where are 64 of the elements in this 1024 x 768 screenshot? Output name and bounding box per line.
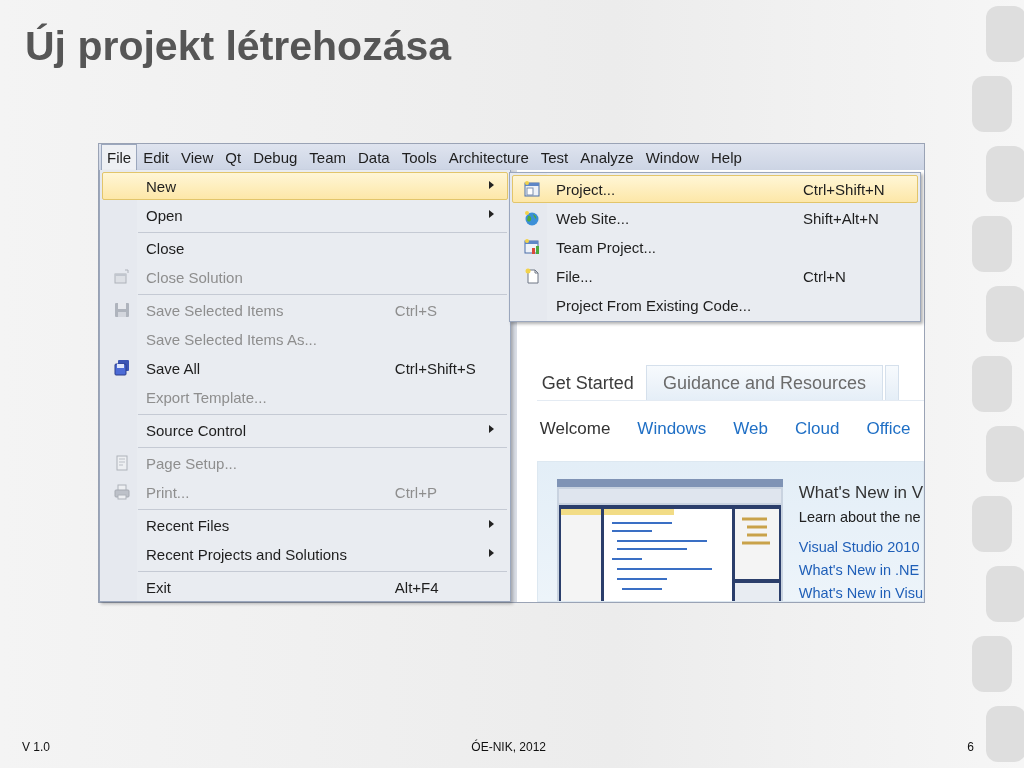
menu-item[interactable]: Recent Files xyxy=(102,507,508,539)
menu-item[interactable]: Analyze xyxy=(574,144,640,170)
menu-item[interactable]: Architecture xyxy=(442,144,535,170)
menu-item[interactable]: Tools xyxy=(395,144,443,170)
menu-item[interactable]: Open xyxy=(102,201,508,229)
new-document-icon xyxy=(523,268,540,284)
menu-item[interactable]: Help xyxy=(705,144,748,170)
window-icon xyxy=(523,181,540,197)
submenu-arrow-icon xyxy=(488,181,494,189)
nav-link[interactable]: Web xyxy=(733,419,768,449)
chart-window-icon xyxy=(523,239,540,255)
page-number: 6 xyxy=(967,740,974,754)
menu-item[interactable]: Data xyxy=(352,144,396,170)
menu-item[interactable]: Team Project... xyxy=(512,233,918,261)
menu-item[interactable]: Edit xyxy=(137,144,176,170)
globe-icon xyxy=(523,210,540,226)
menu-item[interactable]: Test xyxy=(534,144,575,170)
tab[interactable]: Get Started xyxy=(536,366,646,400)
link[interactable]: Visual Studio 2010 xyxy=(798,539,923,555)
nav-link[interactable]: Windows xyxy=(637,419,707,449)
shortcut-text: Alt+F4 xyxy=(394,578,440,596)
menu-item[interactable]: Debug xyxy=(247,144,304,170)
version-text: V 1.0 xyxy=(22,740,51,754)
nav-link[interactable]: Welcome xyxy=(539,419,611,449)
card-text: Learn about the ne xyxy=(798,509,922,525)
card-heading: What's New in V xyxy=(798,483,923,503)
footer-text: ÓE-NIK, 2012 xyxy=(471,740,546,754)
submenu-arrow-icon xyxy=(488,425,494,433)
shortcut-text: Ctrl+Shift+N xyxy=(803,180,886,198)
tab[interactable] xyxy=(885,365,899,400)
floppy-icon xyxy=(113,302,130,318)
submenu-arrow-icon xyxy=(488,210,494,218)
menu-item[interactable]: View xyxy=(175,144,220,170)
link[interactable]: What's New in .NE xyxy=(798,562,923,578)
shortcut-text: Ctrl+S xyxy=(394,301,438,319)
menu-item[interactable]: New xyxy=(102,172,508,200)
menu-item[interactable]: Project... Ctrl+Shift+N xyxy=(512,175,918,203)
floppy-stack-icon xyxy=(113,360,130,376)
menu-item[interactable]: Save All Ctrl+Shift+S xyxy=(102,354,508,382)
menu-item[interactable]: Team xyxy=(303,144,352,170)
menu-item[interactable]: Source Control xyxy=(102,412,508,444)
printer-icon xyxy=(113,484,130,500)
shortcut-text: Ctrl+P xyxy=(394,483,438,501)
slide-title: Új projekt létrehozása xyxy=(25,22,452,71)
link[interactable]: What's New in Visu xyxy=(798,585,923,601)
nav-link[interactable]: Office xyxy=(866,419,911,449)
shortcut-text: Shift+Alt+N xyxy=(803,209,880,227)
page-icon xyxy=(113,455,130,471)
submenu-arrow-icon xyxy=(488,520,494,528)
menu-item[interactable]: Project From Existing Code... xyxy=(512,291,918,319)
shortcut-text: Ctrl+Shift+S xyxy=(394,359,477,377)
window-icon xyxy=(113,269,130,285)
menu-item[interactable]: Qt xyxy=(219,144,248,170)
nav-link[interactable]: Cloud xyxy=(795,419,840,449)
menu-item[interactable]: Window xyxy=(639,144,706,170)
shortcut-text: Ctrl+N xyxy=(803,267,847,285)
menu-item[interactable]: File xyxy=(101,144,138,170)
tab[interactable]: Guidance and Resources xyxy=(645,365,883,400)
menu-item[interactable]: Close xyxy=(102,230,508,262)
menu-item[interactable]: File... Ctrl+N xyxy=(512,262,918,290)
menu-item[interactable]: Recent Projects and Solutions xyxy=(102,540,508,568)
menu-item[interactable]: Exit Alt+F4 xyxy=(102,569,508,601)
menu-item[interactable]: Web Site... Shift+Alt+N xyxy=(512,204,918,232)
submenu-arrow-icon xyxy=(488,549,494,557)
